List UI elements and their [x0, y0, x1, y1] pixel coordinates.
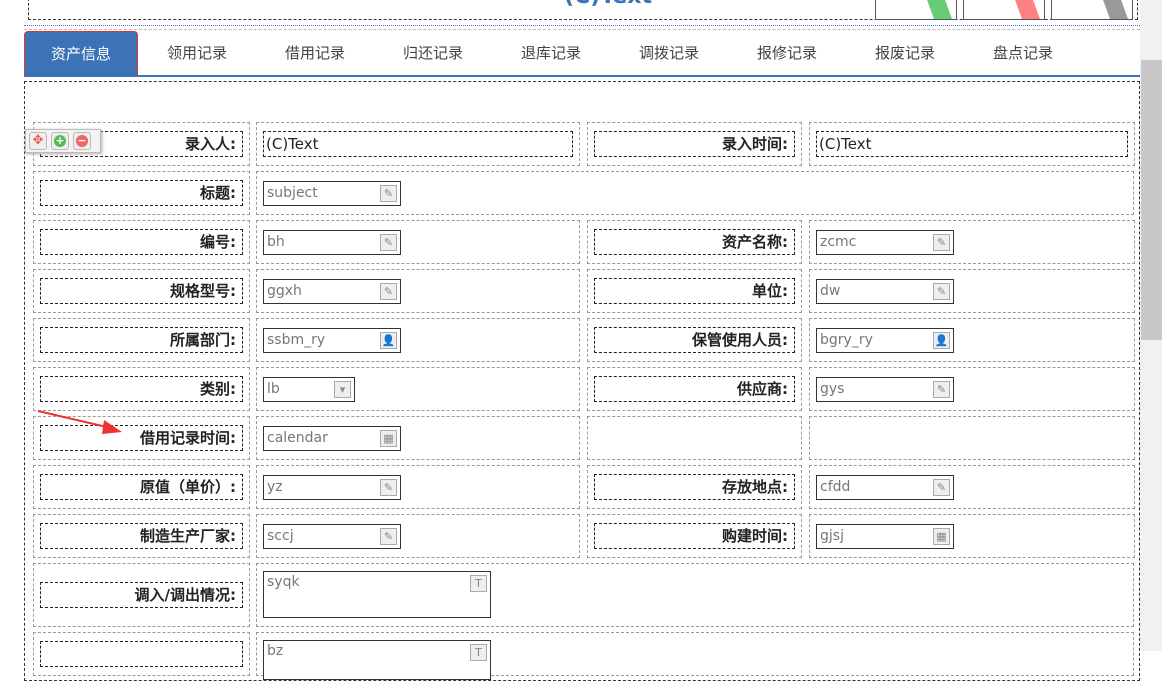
flag-gray[interactable] [1051, 0, 1133, 20]
field-label: 调入/调出情况: [40, 582, 243, 608]
tab-5[interactable]: 调拨记录 [610, 31, 728, 75]
user-icon[interactable]: 👤 [380, 332, 397, 349]
select-icon[interactable]: ▾ [334, 381, 351, 398]
tab-0[interactable]: 资产信息 [24, 31, 138, 75]
input-yz[interactable]: yz ✎ [263, 475, 401, 500]
field-label: 所属部门: [40, 327, 243, 353]
input-subject[interactable]: subject ✎ [263, 181, 401, 206]
textarea-syqk[interactable]: syqk T [263, 571, 491, 618]
calendar-icon[interactable]: ▦ [933, 528, 950, 545]
input-calendar[interactable]: calendar ▦ [263, 426, 401, 451]
field-label: 存放地点: [594, 474, 795, 500]
input-value: ggxh [267, 283, 302, 299]
tab-6[interactable]: 报修记录 [728, 31, 846, 75]
edit-icon[interactable]: ✎ [380, 479, 397, 496]
input-value: subject [267, 185, 318, 201]
input-ggxh[interactable]: ggxh ✎ [263, 279, 401, 304]
field-label: 类别: [40, 376, 243, 402]
label-cell [587, 416, 802, 460]
user-icon[interactable]: 👤 [933, 332, 950, 349]
field-label: 规格型号: [40, 278, 243, 304]
field-label: 制造生产厂家: [40, 523, 243, 549]
row-toolbar: ✥ + − [25, 129, 101, 153]
input-value: sccj [267, 528, 294, 544]
textarea-bz[interactable]: bz T [263, 640, 491, 680]
edit-icon[interactable]: ✎ [933, 479, 950, 496]
field-label [40, 641, 243, 667]
text-edit-icon[interactable]: T [470, 644, 487, 661]
textarea-value: syqk [267, 574, 300, 590]
scrollbar-thumb[interactable] [1141, 60, 1162, 340]
textarea-value: bz [267, 643, 284, 659]
field-label: 供应商: [594, 376, 795, 402]
input-gjsj[interactable]: gjsj ▦ [816, 524, 954, 549]
add-icon[interactable]: + [51, 132, 69, 150]
field-label: 购建时间: [594, 523, 795, 549]
field-label: 单位: [594, 278, 795, 304]
edit-icon[interactable]: ✎ [933, 283, 950, 300]
input-value: dw [820, 283, 841, 299]
edit-icon[interactable]: ✎ [380, 283, 397, 300]
field-label: 资产名称: [594, 229, 795, 255]
input-value: yz [267, 479, 283, 495]
flag-green[interactable] [875, 0, 957, 20]
input-value: bgry_ry [820, 332, 873, 348]
move-icon[interactable]: ✥ [29, 132, 47, 150]
edit-icon[interactable]: ✎ [380, 234, 397, 251]
input-gys[interactable]: gys ✎ [816, 377, 954, 402]
text-edit-icon[interactable]: T [470, 575, 487, 592]
input-value: ssbm_ry [267, 332, 326, 348]
input-bh[interactable]: bh ✎ [263, 230, 401, 255]
field-label: 编号: [40, 229, 243, 255]
field-value: (C)Text [263, 131, 573, 157]
remove-icon[interactable]: − [73, 132, 91, 150]
header-title: (C)Text [564, 0, 652, 9]
edit-icon[interactable]: ✎ [933, 234, 950, 251]
tab-bar: 资产信息 领用记录 借用记录 归还记录 退库记录 调拨记录 报修记录 报废记录 盘点记录 [24, 31, 1140, 77]
input-cfdd[interactable]: cfdd ✎ [816, 475, 954, 500]
tab-1[interactable]: 领用记录 [138, 31, 256, 75]
input-value: gjsj [820, 528, 844, 544]
tab-7[interactable]: 报废记录 [846, 31, 964, 75]
input-ssbm_ry[interactable]: ssbm_ry 👤 [263, 328, 401, 353]
input-lb[interactable]: lb ▾ [263, 377, 355, 402]
input-value: zcmc [820, 234, 857, 250]
tab-3[interactable]: 归还记录 [374, 31, 492, 75]
flag-red[interactable] [963, 0, 1045, 20]
divider [24, 29, 1140, 30]
input-value: bh [267, 234, 285, 250]
input-bgry_ry[interactable]: bgry_ry 👤 [816, 328, 954, 353]
edit-icon[interactable]: ✎ [380, 528, 397, 545]
divider [24, 25, 1140, 26]
tab-2[interactable]: 借用记录 [256, 31, 374, 75]
input-value: lb [267, 381, 280, 397]
input-value: calendar [267, 430, 328, 446]
field-label: 标题: [40, 180, 243, 206]
edit-icon[interactable]: ✎ [380, 185, 397, 202]
edit-icon[interactable]: ✎ [933, 381, 950, 398]
input-dw[interactable]: dw ✎ [816, 279, 954, 304]
field-label: 原值（单价）: [40, 474, 243, 500]
value-cell [809, 416, 1135, 460]
tab-8[interactable]: 盘点记录 [964, 31, 1082, 75]
field-label: 录入时间: [594, 131, 795, 157]
input-value: cfdd [820, 479, 851, 495]
input-value: gys [820, 381, 845, 397]
tab-4[interactable]: 退库记录 [492, 31, 610, 75]
red-arrow-annotation [37, 410, 122, 434]
calendar-icon[interactable]: ▦ [380, 430, 397, 447]
field-label: 保管使用人员: [594, 327, 795, 353]
input-zcmc[interactable]: zcmc ✎ [816, 230, 954, 255]
input-sccj[interactable]: sccj ✎ [263, 524, 401, 549]
field-value: (C)Text [816, 131, 1128, 157]
